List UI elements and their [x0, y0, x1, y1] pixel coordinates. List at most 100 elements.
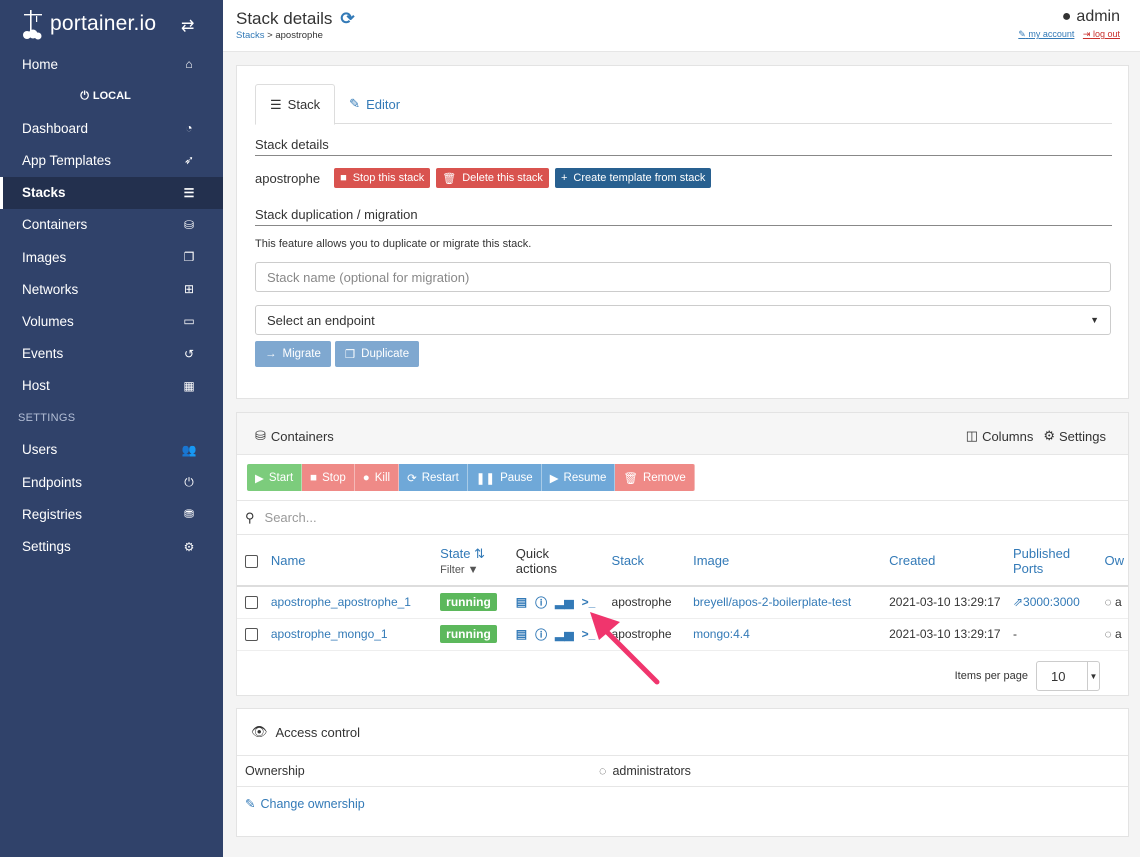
ownership-row: Ownership ◌ administrators — [237, 755, 1128, 787]
inspect-icon[interactable]: ⓘ — [535, 594, 547, 611]
sidebar-item-users[interactable]: Users 👥 — [0, 434, 223, 466]
refresh-icon[interactable]: ⟳ — [340, 9, 354, 29]
start-button[interactable]: ▶ Start — [247, 464, 303, 491]
portainer-logo[interactable]: portainer.io — [22, 8, 156, 40]
toggle-sidebar-icon[interactable]: ⇄ — [181, 16, 194, 36]
select-all-checkbox-cell — [237, 536, 267, 587]
logs-icon[interactable]: ▤ — [516, 627, 527, 641]
endpoint-select[interactable]: Select an endpoint ▼ — [255, 305, 1111, 335]
created-cell: 2021-03-10 13:29:17 — [885, 618, 1009, 651]
sidebar-item-label: Images — [22, 249, 67, 265]
row-checkbox[interactable] — [245, 628, 258, 642]
col-state[interactable]: State ⇅ Filter ▼ — [436, 536, 512, 587]
sidebar: portainer.io ⇄ Home ⌂ ⏻ LOCAL Dashboard … — [0, 0, 223, 857]
pause-icon: ❚❚ — [475, 472, 496, 485]
portainer-crane-icon — [23, 10, 42, 40]
search-input[interactable]: Search... — [265, 510, 317, 525]
sidebar-item-label: Users — [22, 442, 58, 458]
caret-down-icon: ▼ — [1090, 315, 1099, 325]
eye-icon: 👁 — [251, 724, 268, 739]
sidebar-item-settings[interactable]: Settings ⚙ — [0, 530, 223, 562]
row-checkbox[interactable] — [245, 596, 258, 610]
container-name-link[interactable]: apostrophe_mongo_1 — [271, 627, 388, 641]
sidebar-item-host[interactable]: Host ▦ — [0, 370, 223, 402]
pause-button[interactable]: ❚❚ Pause — [467, 464, 542, 491]
breadcrumb-stacks-link[interactable]: Stacks — [236, 30, 265, 41]
col-created[interactable]: Created — [885, 536, 1009, 587]
sidebar-item-stacks[interactable]: Stacks ☰ — [0, 176, 223, 209]
stats-icon[interactable]: ▂▅ — [555, 595, 573, 609]
log-out-link[interactable]: ⇥ log out — [1083, 29, 1120, 39]
sidebar-item-containers[interactable]: Containers ⛁ — [0, 209, 223, 241]
annotation-arrow-icon — [590, 612, 660, 685]
sidebar-item-app-templates[interactable]: App Templates ➶ — [0, 144, 223, 176]
stop-stack-button[interactable]: ■ Stop this stack — [334, 168, 431, 188]
kill-button[interactable]: ● Kill — [354, 464, 400, 491]
search-bar[interactable]: ⚲ Search... — [237, 500, 1128, 535]
access-control-panel: 👁 Access control Ownership ◌ administrat… — [236, 708, 1129, 837]
table-header-row: Name State ⇅ Filter ▼ Quick actions Stack… — [237, 536, 1128, 587]
select-all-checkbox[interactable] — [245, 555, 258, 569]
restart-button[interactable]: ⟳ Restart — [399, 464, 468, 491]
breadcrumb: Stacks > apostrophe — [236, 30, 323, 41]
inspect-icon[interactable]: ⓘ — [535, 626, 547, 643]
access-control-title: 👁 Access control — [251, 724, 361, 740]
settings-button[interactable]: ⚙ Settings — [1043, 428, 1106, 444]
sidebar-item-dashboard[interactable]: Dashboard ◔ — [0, 112, 223, 144]
duplicate-button[interactable]: ❐ Duplicate — [334, 341, 420, 367]
brand: portainer.io ⇄ — [0, 0, 223, 48]
stack-name-input[interactable]: Stack name (optional for migration) — [255, 262, 1111, 292]
col-name[interactable]: Name — [266, 536, 437, 587]
sidebar-item-label: Stacks — [22, 185, 66, 201]
col-image[interactable]: Image — [689, 536, 886, 587]
sidebar-item-registries[interactable]: Registries ⛃ — [0, 498, 223, 530]
cog-icon: ⚙ — [1043, 428, 1056, 443]
col-stack[interactable]: Stack — [607, 536, 690, 587]
sidebar-nav: Home ⌂ — [0, 48, 223, 80]
logs-icon[interactable]: ▤ — [516, 595, 527, 609]
wrench-icon: ✎ — [1018, 29, 1026, 39]
sidebar-item-networks[interactable]: Networks ⊞ — [0, 273, 223, 305]
image-link[interactable]: breyell/apos-2-boilerplate-test — [693, 595, 851, 609]
change-ownership-link[interactable]: ✎ Change ownership — [245, 796, 365, 812]
sidebar-item-label: Host — [22, 378, 50, 394]
state-filter[interactable]: Filter ▼ — [440, 564, 508, 576]
user-box: ● admin ✎ my account ⇥ log out — [1012, 8, 1120, 40]
items-per-page-select[interactable]: 10 ▼ — [1036, 661, 1100, 691]
sidebar-item-home[interactable]: Home ⌂ — [0, 48, 223, 80]
migrate-button[interactable]: → Migrate — [255, 341, 331, 367]
pagination: Items per page 10 ▼ — [955, 661, 1100, 691]
remove-button[interactable]: 🗑 Remove — [615, 464, 695, 491]
my-account-link[interactable]: ✎ my account — [1018, 29, 1074, 39]
col-published-ports[interactable]: Published Ports — [1008, 536, 1101, 587]
stop-icon: ■ — [340, 172, 347, 184]
sidebar-item-images[interactable]: Images ❐ — [0, 241, 223, 273]
tab-stack[interactable]: ☰ Stack — [255, 84, 336, 125]
sidebar-item-volumes[interactable]: Volumes ▭ — [0, 305, 223, 337]
sidebar-item-endpoints[interactable]: Endpoints ⏻ — [0, 466, 223, 498]
col-ownership[interactable]: Ow — [1100, 536, 1128, 587]
th-icon: ▦ — [183, 378, 195, 393]
table-options: ◫ Columns ⚙ Settings — [966, 428, 1106, 444]
delete-stack-button[interactable]: 🗑 Delete this stack — [436, 168, 549, 188]
stats-icon[interactable]: ▂▅ — [555, 627, 573, 641]
tab-editor[interactable]: ✎ Editor — [335, 84, 414, 124]
published-port-link[interactable]: ⇗3000:3000 — [1013, 595, 1080, 609]
resume-button[interactable]: ▶ Resume — [541, 464, 616, 491]
stack-name: apostrophe — [255, 170, 321, 186]
history-icon: ↺ — [183, 346, 195, 361]
containers-panel-header: ⛁ Containers ◫ Columns ⚙ Settings — [237, 413, 1128, 455]
columns-button[interactable]: ◫ Columns — [966, 428, 1034, 444]
page-header: Stack details ⟳ Stacks > apostrophe ● ad… — [223, 0, 1140, 52]
duplication-note: This feature allows you to duplicate or … — [255, 238, 532, 250]
create-template-button[interactable]: + Create template from stack — [554, 168, 712, 188]
stop-button[interactable]: ■ Stop — [302, 464, 355, 491]
container-name-link[interactable]: apostrophe_apostrophe_1 — [271, 595, 411, 609]
image-link[interactable]: mongo:4.4 — [693, 627, 750, 641]
created-cell: 2021-03-10 13:29:17 — [885, 586, 1009, 619]
duplication-actions: → Migrate ❐ Duplicate — [255, 341, 420, 367]
plus-icon: + — [560, 172, 568, 184]
sidebar-endpoint-nav: Dashboard ◔ App Templates ➶ Stacks ☰ Con… — [0, 112, 223, 402]
sidebar-item-events[interactable]: Events ↺ — [0, 338, 223, 370]
rocket-icon: ➶ — [183, 153, 195, 168]
